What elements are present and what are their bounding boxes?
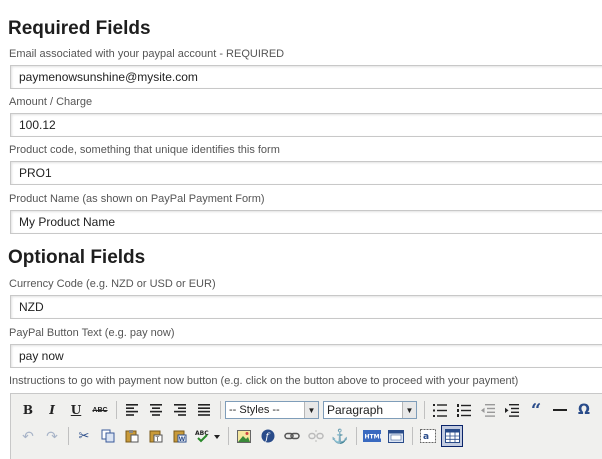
chevron-down-icon: ▼ xyxy=(304,402,318,418)
unlink-icon[interactable] xyxy=(305,425,327,447)
currency-field[interactable] xyxy=(10,295,602,319)
toolbar-divider xyxy=(220,401,221,419)
required-fields-heading: Required Fields xyxy=(8,18,151,39)
paste-word-icon[interactable]: W xyxy=(169,425,191,447)
outdent-icon[interactable] xyxy=(477,399,499,421)
fullscreen-icon[interactable] xyxy=(385,425,407,447)
svg-text:HTML: HTML xyxy=(365,434,382,441)
bold-glyph: B xyxy=(22,403,34,417)
strike-glyph: ABC xyxy=(92,406,108,414)
paste-text-icon[interactable]: T xyxy=(145,425,167,447)
underline-icon[interactable]: U xyxy=(65,399,87,421)
indent-icon[interactable] xyxy=(501,399,523,421)
svg-text:a: a xyxy=(423,432,429,442)
italic-glyph: I xyxy=(49,403,55,417)
toolbar-divider xyxy=(228,427,229,445)
styles-select[interactable]: -- Styles -- ▼ xyxy=(225,401,319,419)
product-code-label: Product code, something that unique iden… xyxy=(9,144,280,156)
cut-icon[interactable]: ✂ xyxy=(73,425,95,447)
style-props-icon[interactable]: a xyxy=(417,425,439,447)
button-text-label: PayPal Button Text (e.g. pay now) xyxy=(9,327,175,339)
redo-icon[interactable]: ↷ xyxy=(41,425,63,447)
align-left-icon[interactable] xyxy=(121,399,143,421)
paste-icon[interactable] xyxy=(121,425,143,447)
image-icon[interactable] xyxy=(233,425,255,447)
align-right-icon[interactable] xyxy=(169,399,191,421)
currency-label: Currency Code (e.g. NZD or USD or EUR) xyxy=(9,278,216,290)
align-center-icon[interactable] xyxy=(145,399,167,421)
styles-select-value: -- Styles -- xyxy=(229,404,280,416)
link-icon[interactable] xyxy=(281,425,303,447)
anchor-icon[interactable]: ⚓ xyxy=(329,425,351,447)
email-label: Email associated with your paypal accoun… xyxy=(9,48,285,60)
toolbar-divider xyxy=(412,427,413,445)
bold-icon[interactable]: B xyxy=(17,399,39,421)
flash-icon[interactable]: f xyxy=(257,425,279,447)
product-code-field[interactable] xyxy=(10,161,602,185)
align-justify-icon[interactable] xyxy=(193,399,215,421)
editor-toolbar-row-1: B I U ABC -- Styles -- ▼ Paragraph ▼ “ Ω xyxy=(17,398,597,422)
email-field[interactable] xyxy=(10,65,602,89)
product-name-label: Product Name (as shown on PayPal Payment… xyxy=(9,193,265,205)
html-source-icon[interactable]: HTML xyxy=(361,425,383,447)
toolbar-divider xyxy=(424,401,425,419)
strikethrough-icon[interactable]: ABC xyxy=(89,399,111,421)
svg-text:T: T xyxy=(155,436,160,443)
special-char-icon[interactable]: Ω xyxy=(573,399,595,421)
table-icon[interactable] xyxy=(441,425,463,447)
undo-icon[interactable]: ↶ xyxy=(17,425,39,447)
italic-icon[interactable]: I xyxy=(41,399,63,421)
button-text-field[interactable] xyxy=(10,344,602,368)
blockquote-icon[interactable]: “ xyxy=(525,399,547,421)
svg-text:W: W xyxy=(179,436,186,443)
horizontal-rule-icon[interactable] xyxy=(549,399,571,421)
instructions-label: Instructions to go with payment now butt… xyxy=(9,375,519,387)
copy-icon[interactable] xyxy=(97,425,119,447)
instructions-editor[interactable]: B I U ABC -- Styles -- ▼ Paragraph ▼ “ Ω ↶… xyxy=(10,393,602,459)
amount-label: Amount / Charge xyxy=(9,96,93,108)
editor-toolbar-row-2: ↶ ↷ ✂ T W ABC f ⚓ HTML a xyxy=(17,424,465,448)
toolbar-divider xyxy=(68,427,69,445)
product-name-field[interactable] xyxy=(10,210,602,234)
toolbar-divider xyxy=(356,427,357,445)
format-select-value: Paragraph xyxy=(327,403,384,417)
toolbar-divider xyxy=(116,401,117,419)
underline-glyph: U xyxy=(70,403,82,417)
format-select[interactable]: Paragraph ▼ xyxy=(323,401,417,419)
numbered-list-icon[interactable] xyxy=(453,399,475,421)
bullet-list-icon[interactable] xyxy=(429,399,451,421)
amount-field[interactable] xyxy=(10,113,602,137)
chevron-down-icon: ▼ xyxy=(402,402,416,418)
spellcheck-icon[interactable]: ABC xyxy=(193,425,223,447)
optional-fields-heading: Optional Fields xyxy=(8,247,146,268)
